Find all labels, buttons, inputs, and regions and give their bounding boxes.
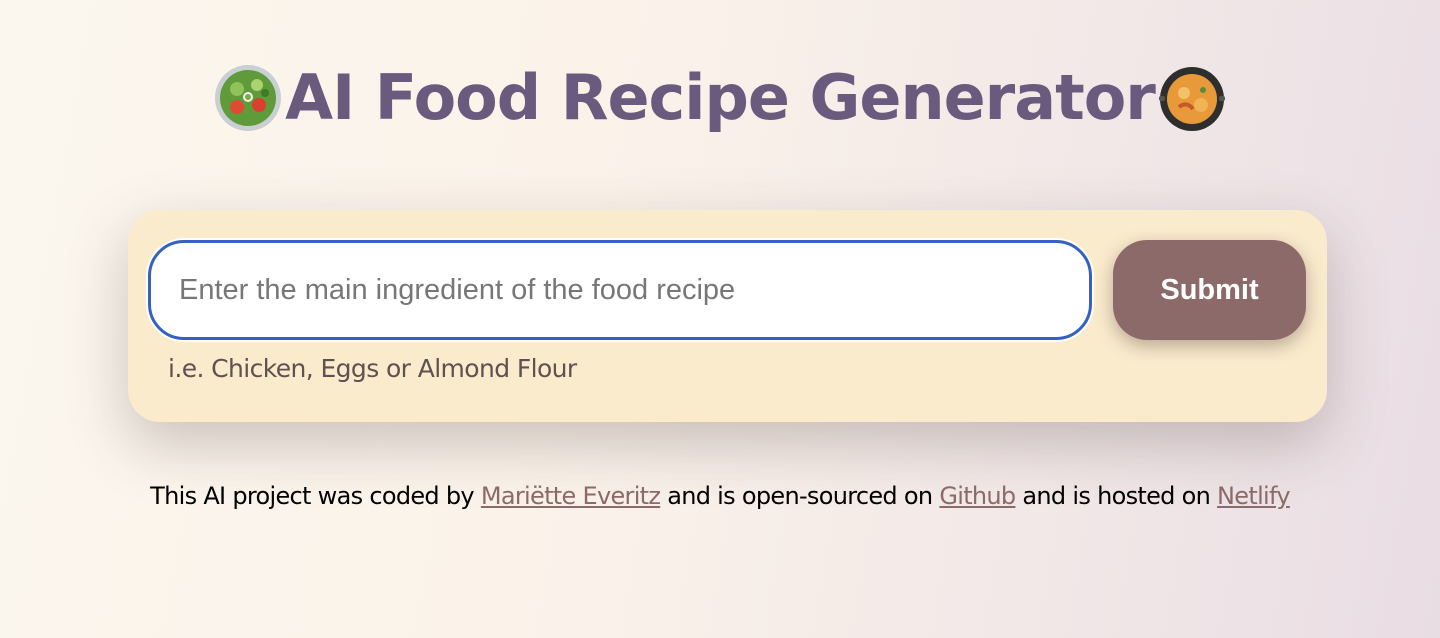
ingredient-input[interactable] <box>148 240 1092 340</box>
footer-text: and is open-sourced on <box>660 482 940 510</box>
ingredient-hint: i.e. Chicken, Eggs or Almond Flour <box>168 354 577 383</box>
salad-bowl-icon <box>215 65 282 131</box>
footer: This AI project was coded by Mariëtte Ev… <box>0 482 1440 510</box>
author-link[interactable]: Mariëtte Everitz <box>481 482 661 510</box>
page-header: AI Food Recipe Generator <box>0 56 1440 140</box>
recipe-form: Submit i.e. Chicken, Eggs or Almond Flou… <box>128 210 1327 422</box>
paella-pan-icon <box>1158 67 1225 131</box>
netlify-link[interactable]: Netlify <box>1217 482 1290 510</box>
footer-text: and is hosted on <box>1015 482 1218 510</box>
github-link[interactable]: Github <box>939 482 1016 510</box>
footer-text: This AI project was coded by <box>150 482 481 510</box>
submit-button[interactable]: Submit <box>1113 240 1306 340</box>
page-title: AI Food Recipe Generator <box>285 61 1156 134</box>
